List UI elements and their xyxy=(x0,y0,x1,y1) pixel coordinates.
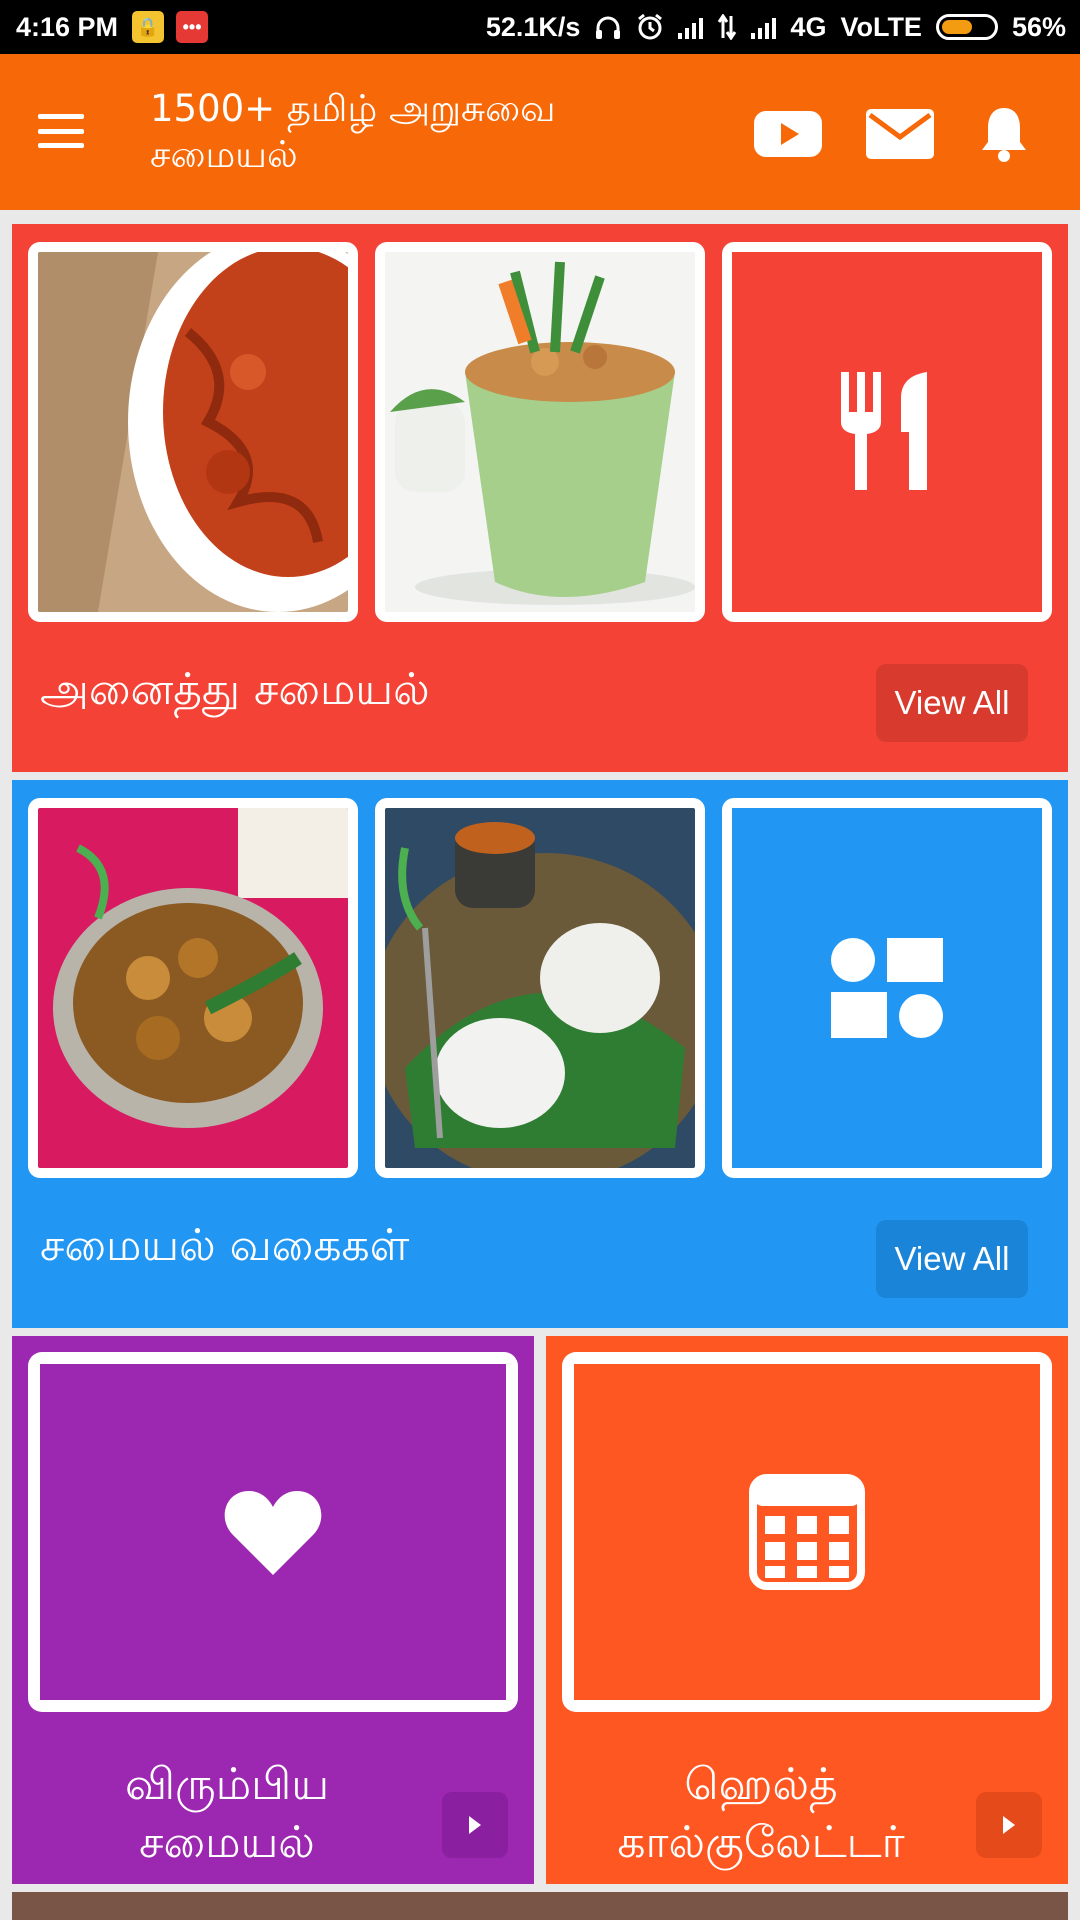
all-recipes-section: அனைத்து சமையல் View All xyxy=(12,224,1068,772)
bell-icon[interactable] xyxy=(978,104,1030,164)
app-title: 1500+ தமிழ் அறுசுவை சமையல் xyxy=(150,87,556,176)
network-type: 4G xyxy=(790,11,827,42)
youtube-icon[interactable] xyxy=(754,109,822,159)
status-time: 4:16 PM xyxy=(16,11,119,42)
view-all-button[interactable]: View All xyxy=(876,664,1028,742)
heart-icon xyxy=(224,1491,322,1575)
calculator-frame xyxy=(562,1352,1052,1712)
recipe-tile[interactable] xyxy=(375,798,705,1178)
categories-shapes-icon xyxy=(831,938,943,1038)
recipe-categories-section: சமையல் வகைகள் View All xyxy=(12,780,1068,1328)
mail-icon[interactable] xyxy=(866,107,934,161)
volte-label: VoLTE xyxy=(840,11,922,42)
card-title: ஹெல்த் கால்குலேட்டர் xyxy=(617,1759,905,1868)
card-title: விரும்பிய சமையல் xyxy=(124,1759,330,1868)
vegetable-rice-bowl-photo xyxy=(385,252,695,612)
battery-percent: 56% xyxy=(1011,11,1066,42)
headphones-icon xyxy=(594,14,622,40)
health-calculator-card[interactable]: ஹெல்த் கால்குலேட்டர் xyxy=(546,1336,1068,1884)
battery-icon xyxy=(935,14,998,40)
chevron-right-icon[interactable] xyxy=(976,1792,1042,1858)
signal-icon xyxy=(678,15,704,39)
puttu-plate-photo xyxy=(385,808,695,1168)
message-app-icon: ••• xyxy=(176,11,209,43)
next-section-edge xyxy=(12,1892,1068,1920)
tomato-thokku-photo xyxy=(38,252,348,612)
recipe-tile[interactable] xyxy=(375,242,705,622)
recipe-tile[interactable] xyxy=(28,242,358,622)
alarm-icon xyxy=(636,13,664,41)
lock-app-icon: 🔒 xyxy=(132,11,165,43)
view-all-button[interactable]: View All xyxy=(876,1220,1028,1298)
favorite-frame xyxy=(28,1352,518,1712)
menu-icon[interactable] xyxy=(38,114,84,148)
status-bar: 4:16 PM 🔒 ••• 52.1K/s 4G VoLTE 56% xyxy=(0,0,1080,54)
signal-icon xyxy=(751,15,777,39)
section-title: அனைத்து சமையல் xyxy=(40,664,430,715)
recipe-categories-tile[interactable] xyxy=(722,798,1052,1178)
all-recipes-tile[interactable] xyxy=(722,242,1052,622)
calculator-icon xyxy=(749,1474,865,1590)
potato-curry-photo xyxy=(38,808,348,1168)
favorite-recipes-card[interactable]: விரும்பிய சமையல் xyxy=(12,1336,534,1884)
app-bar: 1500+ தமிழ் அறுசுவை சமையல் xyxy=(0,54,1080,210)
network-speed: 52.1K/s xyxy=(485,11,581,42)
chevron-right-icon[interactable] xyxy=(442,1792,508,1858)
section-title: சமையல் வகைகள் xyxy=(40,1220,410,1271)
recipe-tile[interactable] xyxy=(28,798,358,1178)
fork-knife-icon xyxy=(841,372,927,490)
data-arrows-icon xyxy=(717,14,737,40)
